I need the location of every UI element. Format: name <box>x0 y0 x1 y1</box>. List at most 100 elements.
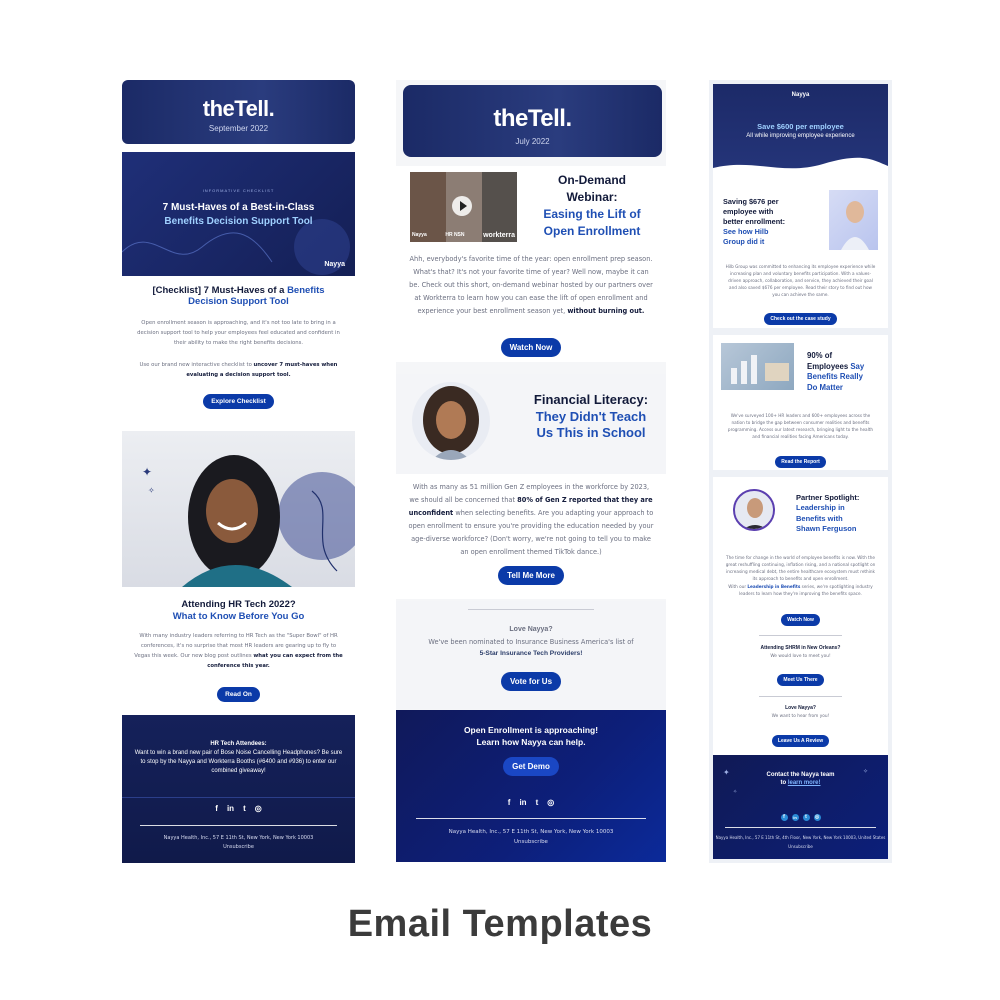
hr-tech-subtitle: What to Know Before You Go <box>172 611 305 622</box>
webinar-section: Nayya HR NSN workterra On-Demand Webinar… <box>396 166 666 362</box>
shawn-ferguson-photo <box>733 489 775 531</box>
nayya-tag: Nayya <box>412 232 427 238</box>
play-icon[interactable] <box>452 196 472 216</box>
leave-review-button[interactable]: Leave Us A Review <box>771 735 830 747</box>
svg-text:✦: ✦ <box>142 465 152 479</box>
savings-header: Nayya Save $600 per employee All while i… <box>713 84 888 176</box>
checklist-hero-banner[interactable]: INFORMATIVE CHECKLIST 7 Must-Haves of a … <box>122 152 355 276</box>
unsubscribe-link[interactable]: Unsubscribe <box>122 843 355 851</box>
promo-title: HR Tech Attendees: <box>210 741 267 747</box>
issue-date: July 2022 <box>515 137 550 146</box>
footer-divider <box>140 825 337 826</box>
financial-literacy-section: Financial Literacy: They Didn't Teach Us… <box>396 374 666 599</box>
twitter-icon[interactable]: t <box>243 804 246 813</box>
checklist-title: [Checklist] 7 Must-Haves of a Benefits D… <box>152 285 325 307</box>
case-study-title: Saving $676 per employee with better enr… <box>723 197 786 246</box>
chart-photo-illustration <box>731 355 789 384</box>
literacy-body: With as many as 51 million Gen Z employe… <box>408 483 654 556</box>
webinar-title: On-Demand Webinar: Easing the Lift of Op… <box>543 173 641 238</box>
instagram-icon[interactable]: ◎ <box>813 814 821 821</box>
hero-title-line1: 7 Must-Haves of a Best-in-Class <box>162 202 315 213</box>
promo-body: Want to win a brand new pair of Bose Noi… <box>134 750 343 774</box>
facebook-icon[interactable]: f <box>780 814 788 821</box>
report-title: 90% of Employees Say Benefits Really Do … <box>807 351 865 392</box>
read-report-button[interactable]: Read the Report <box>775 456 826 468</box>
portrait-illustration <box>743 498 767 529</box>
facebook-icon[interactable]: f <box>508 798 511 807</box>
learn-more-link[interactable]: learn more! <box>788 780 821 786</box>
facebook-icon[interactable]: f <box>215 804 218 813</box>
email-templates-showcase: theTell. September 2022 INFORMATIVE CHEC… <box>0 0 1000 1000</box>
twitter-icon[interactable]: t <box>802 814 810 821</box>
social-links: f in t ◎ <box>396 798 666 807</box>
unsubscribe-link[interactable]: Unsubscribe <box>396 838 666 846</box>
hrnsn-tag: HR NSN <box>445 232 465 238</box>
case-study-body: Hilb Group was committed to enhancing it… <box>725 264 876 297</box>
contact-line1: Contact the Nayya team <box>766 772 835 778</box>
curly-hair-woman-photo <box>412 382 490 460</box>
showcase-caption: Email Templates <box>347 903 653 945</box>
instagram-icon[interactable]: ◎ <box>547 798 554 807</box>
read-on-button[interactable]: Read On <box>217 687 260 702</box>
contact-footer: ✦ ✧ ✧ Contact the Nayya team to learn mo… <box>713 755 888 859</box>
savings-subline: All while improving employee experience <box>746 133 855 139</box>
vote-divider <box>468 609 594 610</box>
wave-decoration-icon <box>122 219 350 275</box>
partner-title: Partner Spotlight: Leadership in Benefit… <box>796 493 860 533</box>
webinar-body: Ahh, everybody's favorite time of the ye… <box>409 255 653 315</box>
hero-title-line2: Benefits Decision Support Tool <box>164 216 313 227</box>
shrm-title: Attending SHRM in New Orleans? <box>760 645 841 651</box>
case-study-section: Saving $676 per employee with better enr… <box>713 176 888 328</box>
linkedin-icon[interactable]: in <box>227 804 234 813</box>
workterra-tag: workterra <box>483 232 515 239</box>
twitter-icon[interactable]: t <box>536 798 539 807</box>
footer-address: Nayya Health, Inc., 57 E 11th St, New Yo… <box>163 835 314 841</box>
partner-spotlight-section: Partner Spotlight: Leadership in Benefit… <box>713 477 888 755</box>
webinar-video-thumbnail[interactable]: Nayya HR NSN workterra <box>410 172 517 242</box>
contact-line2: to learn more! <box>780 780 821 786</box>
linkedin-icon[interactable]: in <box>791 814 799 821</box>
footer-divider <box>725 827 876 828</box>
social-links: f in t ◎ <box>122 804 355 813</box>
explore-checklist-button[interactable]: Explore Checklist <box>203 394 274 409</box>
instagram-icon[interactable]: ◎ <box>255 804 262 813</box>
partner-body: The time for change in the world of empl… <box>725 555 876 581</box>
get-demo-button[interactable]: Get Demo <box>503 757 559 776</box>
watch-now-button[interactable]: Watch Now <box>500 338 562 357</box>
report-body: We've surveyed 100+ HR leaders and 600+ … <box>727 413 874 439</box>
footer-address: Nayya Health, Inc., 57 E 11th St, 4th Fl… <box>715 835 886 840</box>
newsletter-header: theTell. July 2022 <box>403 85 662 157</box>
email-template-3: Nayya Save $600 per employee All while i… <box>709 80 892 863</box>
svg-text:✧: ✧ <box>733 789 737 795</box>
portrait-illustration: ✦ ✧ <box>142 455 355 587</box>
thetell-logo: theTell. <box>493 105 572 132</box>
thetell-logo: theTell. <box>202 96 275 121</box>
vote-body: We've been nominated to Insurance Busine… <box>428 638 634 646</box>
case-study-button[interactable]: Check out the case study <box>764 313 837 325</box>
email-template-2: theTell. July 2022 Nayya HR NSN workterr… <box>396 80 666 862</box>
cta-footer: Open Enrollment is approaching! Learn ho… <box>396 710 666 862</box>
vote-for-us-button[interactable]: Vote for Us <box>500 672 562 691</box>
report-chart-photo <box>721 343 794 390</box>
partner-body-2: With our Leadership in Benefits series, … <box>728 584 873 596</box>
section-divider <box>759 635 842 636</box>
cta-line2: Learn how Nayya can help. <box>476 737 586 747</box>
section-divider <box>759 696 842 697</box>
woman-smiling-photo: ✦ ✧ <box>122 431 355 587</box>
meet-us-button[interactable]: Meet Us There <box>777 674 824 686</box>
cta-line1: Open Enrollment is approaching! <box>463 725 599 735</box>
phone-user-photo <box>829 190 878 250</box>
portrait-illustration <box>423 386 479 460</box>
social-links: f in t ◎ <box>713 814 888 821</box>
tell-me-more-button[interactable]: Tell Me More <box>498 566 564 585</box>
newsletter-header: theTell. September 2022 <box>122 80 355 144</box>
unsubscribe-link[interactable]: Unsubscribe <box>713 844 888 850</box>
checklist-body-2: Use our brand new interactive checklist … <box>139 362 338 378</box>
shrm-body: We would love to meet you! <box>770 654 831 659</box>
wave-decoration-icon <box>713 157 888 176</box>
issue-date: September 2022 <box>208 124 269 133</box>
hr-tech-title: Attending HR Tech 2022? <box>181 599 296 610</box>
hr-tech-body: With many industry leaders referring to … <box>134 633 343 669</box>
watch-now-button[interactable]: Watch Now <box>781 614 820 626</box>
linkedin-icon[interactable]: in <box>519 798 526 807</box>
